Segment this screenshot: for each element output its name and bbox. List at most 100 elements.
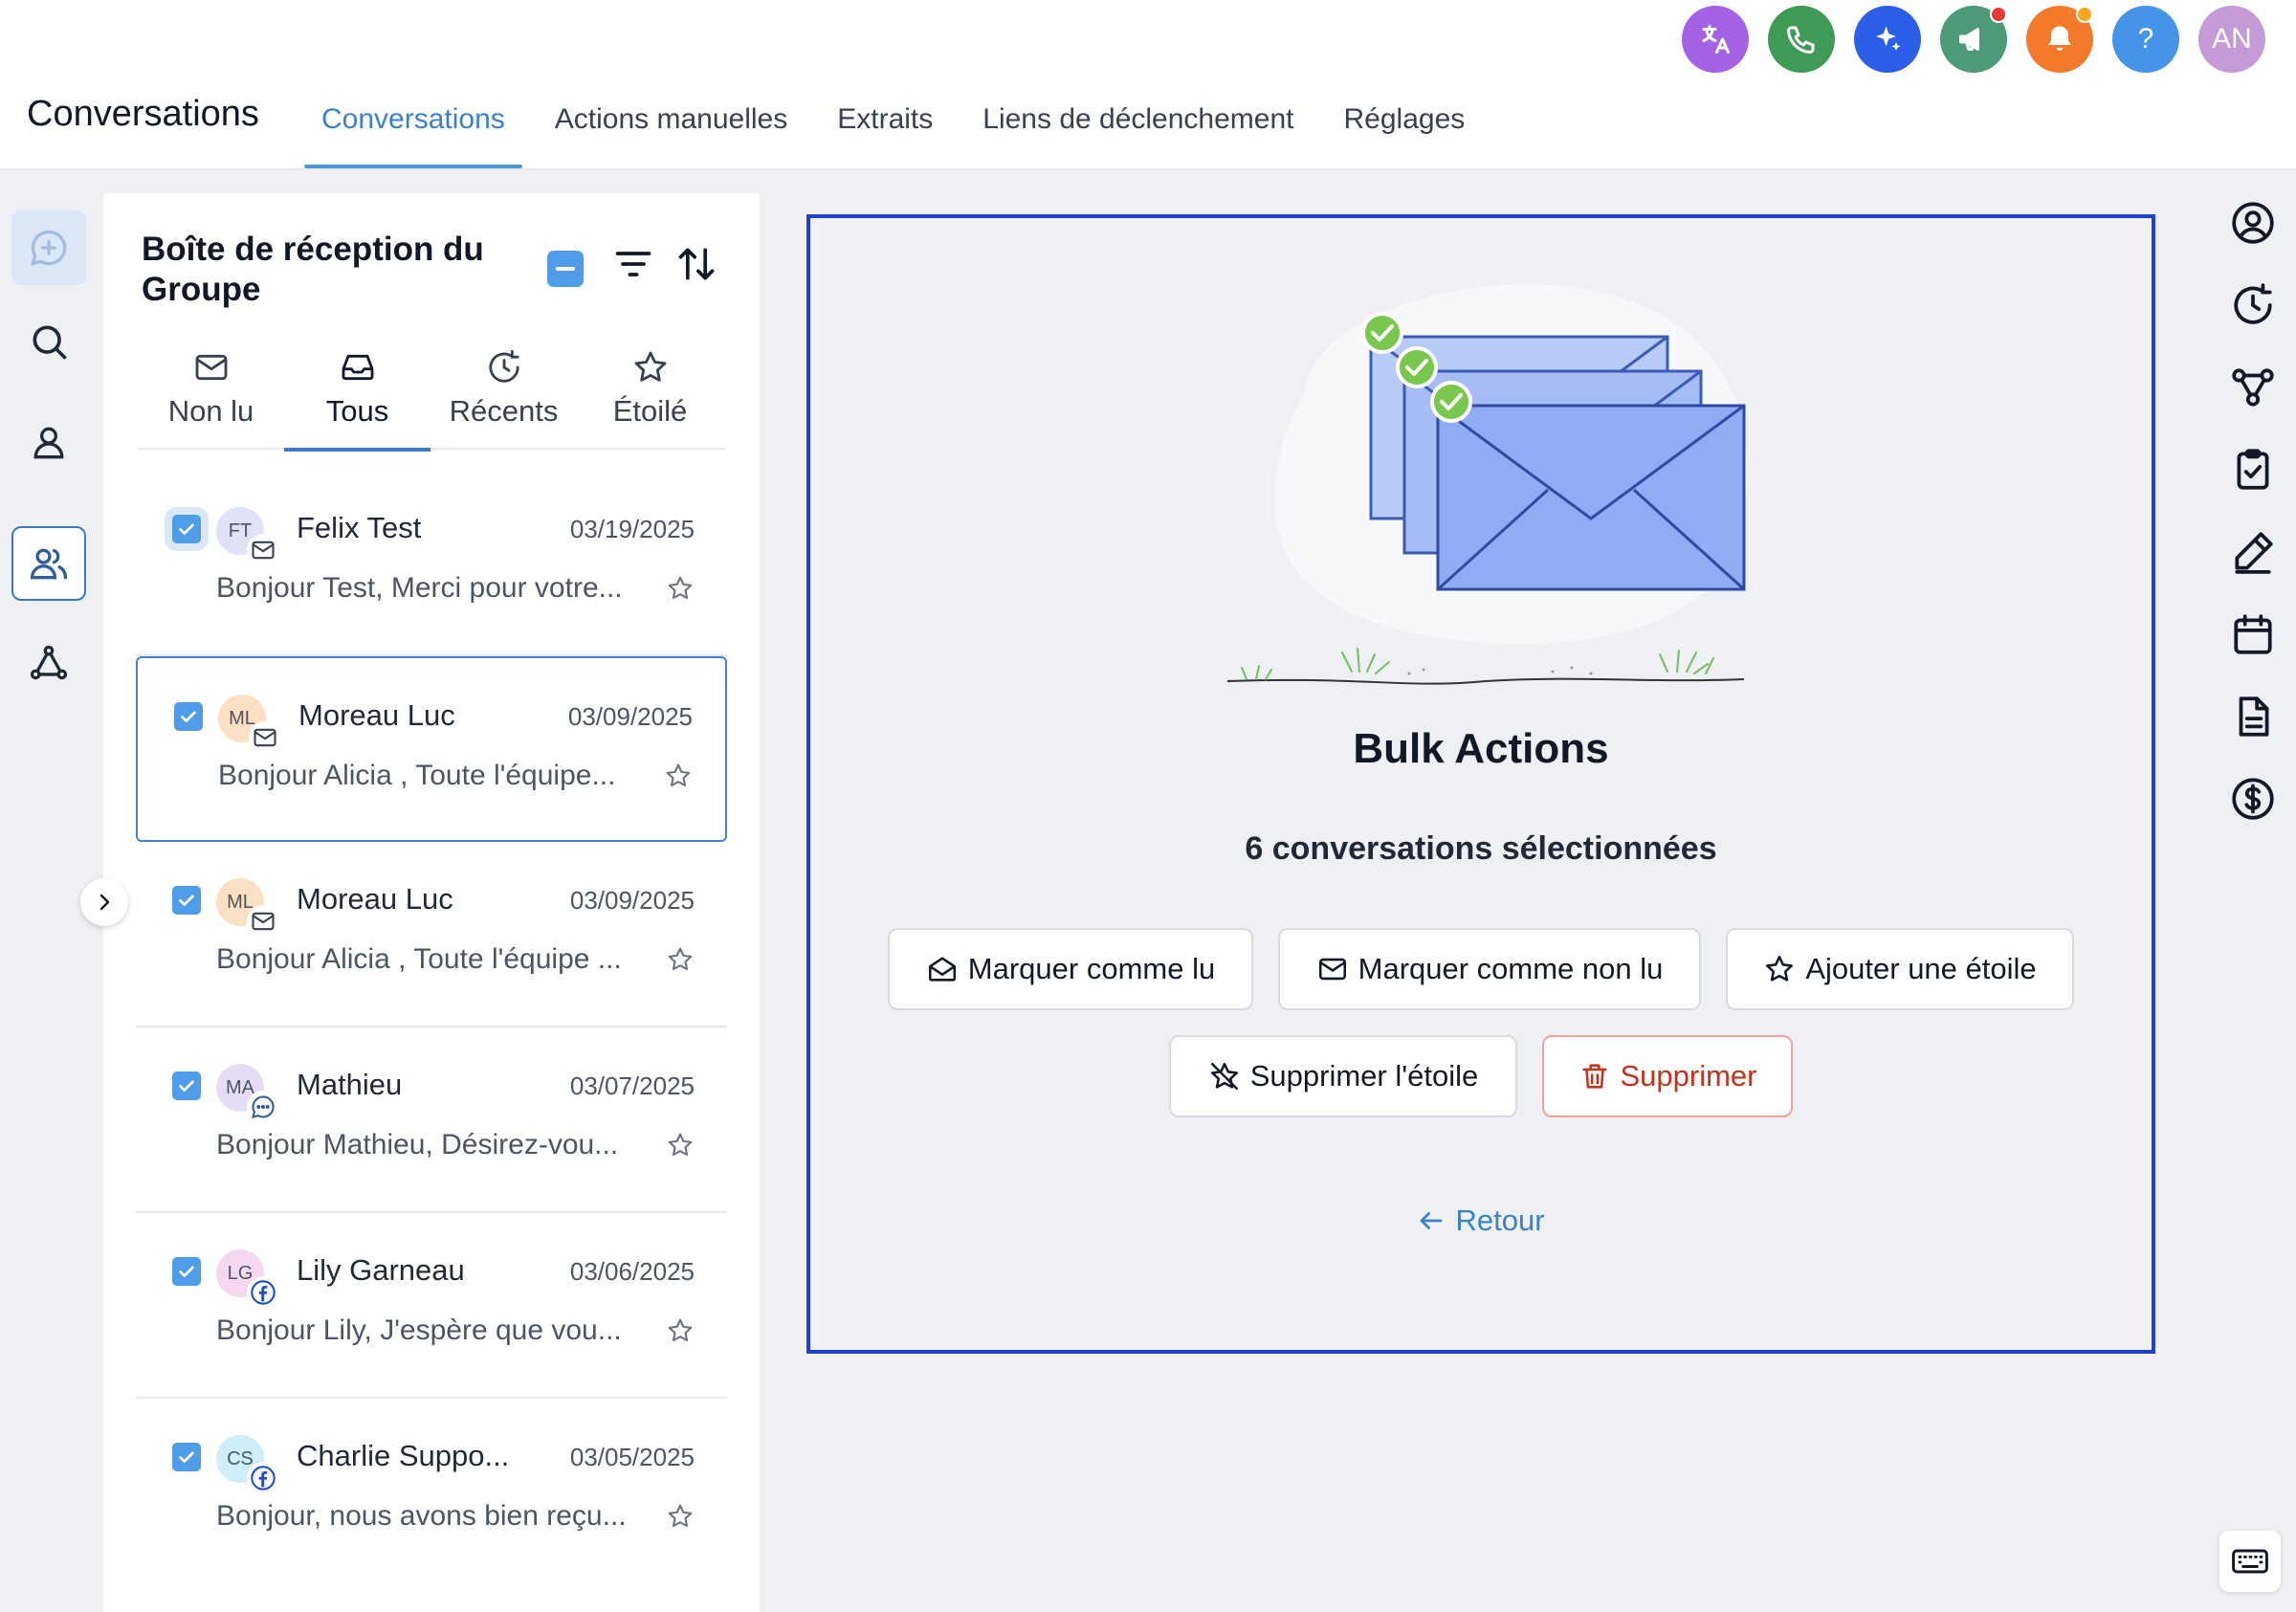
contact-name: Mathieu [297, 1068, 403, 1101]
tab-actions-manuelles[interactable]: Actions manuelles [538, 86, 805, 168]
row-checkbox[interactable] [172, 1071, 201, 1100]
conversation-date: 03/05/2025 [569, 1443, 695, 1471]
contact-name: Charlie Suppo... [297, 1439, 510, 1472]
mark-read-button[interactable]: Marquer comme lu [888, 928, 1253, 1010]
trash-icon [1581, 1064, 1607, 1089]
calendar-icon[interactable] [2229, 610, 2277, 658]
mark-read-label: Marquer comme lu [967, 952, 1216, 985]
message-preview: Bonjour Test, Merci pour votre... [216, 572, 623, 604]
star-toggle-icon[interactable] [666, 574, 695, 603]
history-icon[interactable] [2229, 281, 2277, 329]
clock-icon [488, 349, 519, 383]
row-checkbox[interactable] [172, 886, 201, 915]
tab-recents-label: Récents [449, 394, 559, 428]
conversation-date: 03/09/2025 [569, 886, 695, 915]
contact-name: Lily Garneau [297, 1253, 465, 1287]
pipeline-icon[interactable] [2229, 364, 2277, 411]
message-preview: Bonjour Mathieu, Désirez-vou... [216, 1129, 619, 1160]
conversation-date: 03/06/2025 [569, 1257, 695, 1286]
star-toggle-icon[interactable] [666, 945, 695, 974]
row-checkbox[interactable] [172, 1257, 201, 1286]
contact-profile-icon[interactable] [2229, 199, 2277, 247]
tab-liens-declenchement[interactable]: Liens de déclenchement [965, 86, 1311, 168]
right-rail [2218, 172, 2296, 1612]
conversation-row[interactable]: ML Moreau Luc 03/09/2025 Bonjour Alicia … [136, 842, 727, 1027]
contact-icon[interactable] [11, 406, 86, 480]
conversation-row[interactable]: CS Charlie Suppo... 03/05/2025 Bonjour, … [136, 1399, 727, 1584]
tab-non-lu[interactable]: Non lu [138, 335, 284, 450]
conversation-row[interactable]: MA Mathieu 03/07/2025 Bonjour Mathieu, D… [136, 1027, 727, 1213]
sparkle-icon[interactable] [1854, 6, 1921, 73]
inbox-panel: Boîte de réception du Groupe Non lu Tous… [103, 193, 760, 1612]
document-icon[interactable] [2229, 693, 2277, 740]
row-checkbox[interactable] [174, 702, 203, 731]
tasks-icon[interactable] [2229, 446, 2277, 494]
notes-pen-icon[interactable] [2229, 528, 2277, 576]
bell-icon[interactable] [2026, 6, 2093, 73]
top-icon-group: ? AN [1663, 6, 2265, 73]
expand-panel-button[interactable] [80, 878, 128, 926]
add-star-button[interactable]: Ajouter une étoile [1726, 928, 2074, 1010]
row-checkbox[interactable] [172, 515, 201, 543]
mail-open-icon [928, 957, 956, 982]
phone-icon[interactable] [1768, 6, 1835, 73]
star-toggle-icon[interactable] [666, 1131, 695, 1159]
facebook-channel-icon [247, 1462, 279, 1494]
mail-icon [1318, 958, 1346, 981]
inbox-icon [342, 354, 373, 381]
check-icon [181, 711, 196, 722]
star-icon [1766, 955, 1794, 982]
megaphone-icon[interactable] [1940, 6, 2007, 73]
mark-unread-button[interactable]: Marquer comme non lu [1278, 928, 1701, 1010]
workflow-icon[interactable] [11, 626, 86, 700]
tab-tous[interactable]: Tous [284, 335, 430, 452]
message-preview: Bonjour Alicia , Toute l'équipe ... [216, 943, 622, 975]
conversation-row[interactable]: FT Felix Test 03/19/2025 Bonjour Test, M… [136, 471, 727, 656]
star-toggle-icon[interactable] [666, 1316, 695, 1345]
user-avatar[interactable]: AN [2198, 6, 2265, 73]
mail-icon [195, 354, 227, 381]
keyboard-shortcuts-icon[interactable] [2219, 1531, 2281, 1592]
new-message-icon[interactable] [11, 210, 86, 285]
conversation-date: 03/07/2025 [569, 1071, 695, 1100]
payments-icon[interactable] [2229, 775, 2277, 823]
filter-icon[interactable] [612, 243, 654, 285]
search-icon[interactable] [11, 304, 86, 379]
top-bar: Conversations Conversations Actions manu… [0, 0, 2296, 170]
selected-count: 6 conversations sélectionnées [1245, 830, 1717, 867]
delete-label: Supprimer [1620, 1059, 1757, 1093]
megaphone-badge [1990, 6, 2007, 23]
remove-star-button[interactable]: Supprimer l'étoile [1169, 1035, 1517, 1117]
select-all-checkbox[interactable] [547, 251, 584, 287]
star-toggle-icon[interactable] [664, 762, 693, 790]
star-off-icon [1210, 1062, 1238, 1091]
check-icon [179, 523, 194, 535]
add-star-label: Ajouter une étoile [1805, 952, 2037, 985]
remove-star-label: Supprimer l'étoile [1249, 1059, 1479, 1093]
tab-extraits[interactable]: Extraits [820, 86, 950, 168]
check-icon [179, 1451, 194, 1463]
tab-tous-label: Tous [325, 394, 389, 428]
tab-non-lu-label: Non lu [167, 394, 254, 428]
conversation-date: 03/09/2025 [567, 702, 693, 731]
bulk-actions-panel: Bulk Actions 6 conversations sélectionné… [806, 214, 2155, 1354]
star-toggle-icon[interactable] [666, 1502, 695, 1531]
tab-etoile[interactable]: Étoilé [577, 335, 723, 450]
tab-conversations[interactable]: Conversations [304, 86, 522, 168]
facebook-channel-icon [247, 1276, 279, 1309]
row-checkbox[interactable] [172, 1443, 201, 1471]
help-icon[interactable]: ? [2112, 6, 2179, 73]
tab-recents[interactable]: Récents [430, 335, 577, 450]
conversation-row[interactable]: ML Moreau Luc 03/09/2025 Bonjour Alicia … [136, 656, 727, 842]
translate-icon[interactable] [1682, 6, 1749, 73]
back-link[interactable]: Retour [810, 1203, 2152, 1238]
back-label: Retour [1455, 1203, 1545, 1237]
team-inbox-icon[interactable] [11, 526, 86, 601]
tab-reglages[interactable]: Réglages [1327, 86, 1483, 168]
conversation-row[interactable]: LG Lily Garneau 03/06/2025 Bonjour Lily,… [136, 1213, 727, 1399]
chat-channel-icon [247, 1091, 279, 1123]
delete-button[interactable]: Supprimer [1542, 1035, 1793, 1117]
contact-name: Felix Test [297, 511, 422, 544]
check-icon [179, 1080, 194, 1092]
sort-icon[interactable] [675, 243, 718, 285]
